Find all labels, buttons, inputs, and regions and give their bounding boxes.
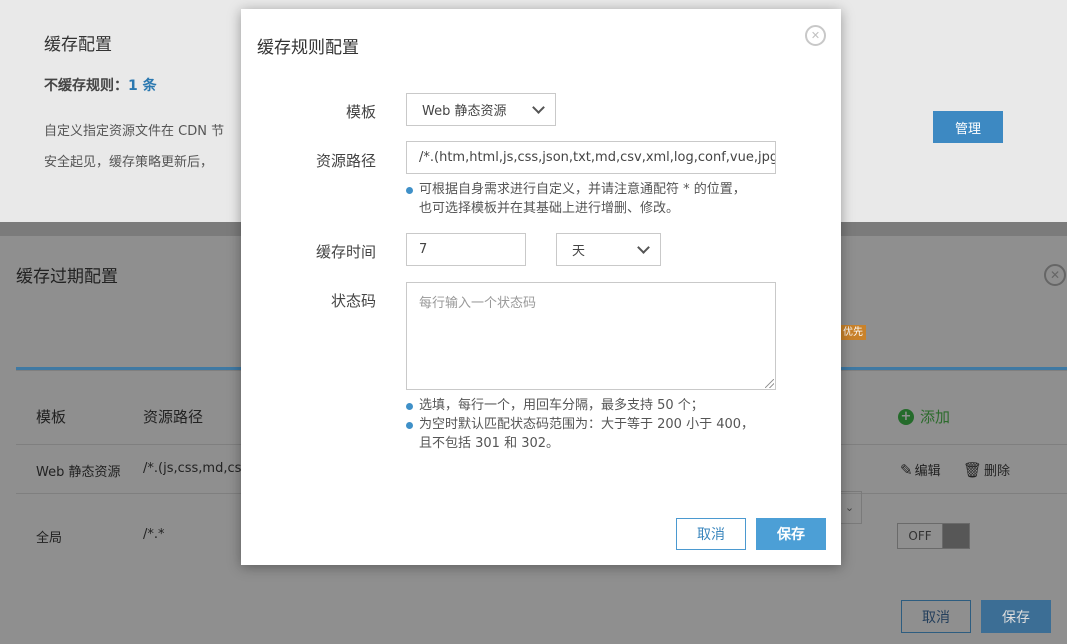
path-hint: 可根据自身需求进行自定义，并请注意通配符 * 的位置， 也可选择模板并在其基础上… (406, 180, 786, 218)
modal-title: 缓存规则配置 (257, 38, 359, 58)
hint-line: 也可选择模板并在其基础上进行增删、修改。 (406, 199, 786, 218)
cache-config-desc-1: 自定义指定资源文件在 CDN 节 (44, 124, 225, 139)
path-hint-text-2: 也可选择模板并在其基础上进行增删、修改。 (419, 201, 680, 216)
row-path-cell: /*.* (143, 527, 165, 542)
chevron-down-icon (637, 240, 650, 254)
hint-line: 且不包括 301 和 302。 (406, 434, 786, 453)
cache-config-title: 缓存配置 (44, 35, 112, 55)
priority-badge: 优先 (840, 325, 866, 340)
status-hint-text-1: 选填，每行一个，用回车分隔，最多支持 50 个； (419, 398, 704, 413)
toggle-knob (943, 524, 969, 548)
hint-line: 可根据自身需求进行自定义，并请注意通配符 * 的位置， (406, 180, 786, 199)
cache-time-input[interactable]: 7 (406, 233, 526, 266)
status-hint-text-3: 且不包括 301 和 302。 (419, 436, 560, 451)
add-rule-label: 添加 (920, 408, 951, 426)
hint-line: 为空时默认匹配状态码范围为：大于等于 200 小于 400， (406, 415, 786, 434)
row-template-cell: 全局 (36, 531, 63, 546)
delete-label: 删除 (984, 464, 1011, 479)
status-code-hint: 选填，每行一个，用回车分隔，最多支持 50 个； 为空时默认匹配状态码范围为：大… (406, 396, 786, 453)
expire-config-title: 缓存过期配置 (16, 267, 118, 287)
panel-save-button[interactable]: 保存 (981, 600, 1051, 633)
modal-cancel-button[interactable]: 取消 (676, 518, 746, 550)
global-rule-toggle[interactable]: OFF (897, 523, 970, 549)
panel-close-icon[interactable]: ✕ (1044, 264, 1066, 286)
status-code-textarea[interactable]: 每行输入一个状态码 (406, 282, 776, 390)
resize-handle-icon[interactable] (765, 379, 774, 388)
template-label: 模板 (345, 103, 376, 121)
chevron-down-icon: ⌄ (844, 501, 855, 514)
row-path-cell: /*.(js,css,md,cs (143, 461, 242, 476)
status-hint-text-2: 为空时默认匹配状态码范围为：大于等于 200 小于 400， (419, 417, 755, 432)
edit-label: 编辑 (914, 464, 941, 479)
modal-save-button[interactable]: 保存 (756, 518, 826, 550)
add-rule-button[interactable]: + 添加 (898, 406, 950, 427)
no-cache-rule-count[interactable]: 1 条 (128, 78, 157, 94)
column-header-path: 资源路径 (143, 408, 204, 426)
cache-config-desc-2: 安全起见，缓存策略更新后， (44, 155, 214, 170)
trash-icon: 🗑 (963, 460, 983, 479)
status-code-placeholder: 每行输入一个状态码 (419, 296, 537, 311)
bullet-dot-icon (406, 422, 413, 429)
delete-button[interactable]: 🗑 删除 (963, 460, 1011, 480)
cache-time-label: 缓存时间 (315, 243, 376, 261)
column-header-template: 模板 (36, 408, 67, 426)
toggle-off-label: OFF (898, 524, 943, 548)
bullet-dot-icon (406, 187, 413, 194)
manage-button[interactable]: 管理 (933, 111, 1003, 143)
template-select-value: Web 静态资源 (422, 104, 507, 119)
plus-circle-icon: + (898, 408, 914, 425)
panel-cancel-button[interactable]: 取消 (901, 600, 971, 633)
path-label: 资源路径 (315, 152, 376, 170)
no-cache-rule-label: 不缓存规则：1 条 (44, 75, 157, 95)
expire-unit-select[interactable]: ⌄ (838, 491, 862, 524)
row-template-cell: Web 静态资源 (36, 465, 121, 480)
edit-icon: ✎ (900, 460, 913, 479)
cache-unit-value: 天 (572, 244, 586, 259)
edit-button[interactable]: ✎ 编辑 (900, 460, 941, 480)
cache-rule-modal: 缓存规则配置 ✕ 模板 Web 静态资源 资源路径 /*.(htm,html,j… (241, 9, 841, 565)
no-cache-rule-text: 不缓存规则： (44, 78, 128, 94)
chevron-down-icon (532, 100, 545, 114)
path-hint-text-1: 可根据自身需求进行自定义，并请注意通配符 * 的位置， (419, 182, 746, 197)
status-code-label: 状态码 (330, 292, 376, 310)
close-icon[interactable]: ✕ (805, 25, 826, 46)
path-input[interactable]: /*.(htm,html,js,css,json,txt,md,csv,xml,… (406, 141, 776, 174)
template-select[interactable]: Web 静态资源 (406, 93, 556, 126)
cache-unit-select[interactable]: 天 (556, 233, 661, 266)
hint-line: 选填，每行一个，用回车分隔，最多支持 50 个； (406, 396, 786, 415)
bullet-dot-icon (406, 403, 413, 410)
